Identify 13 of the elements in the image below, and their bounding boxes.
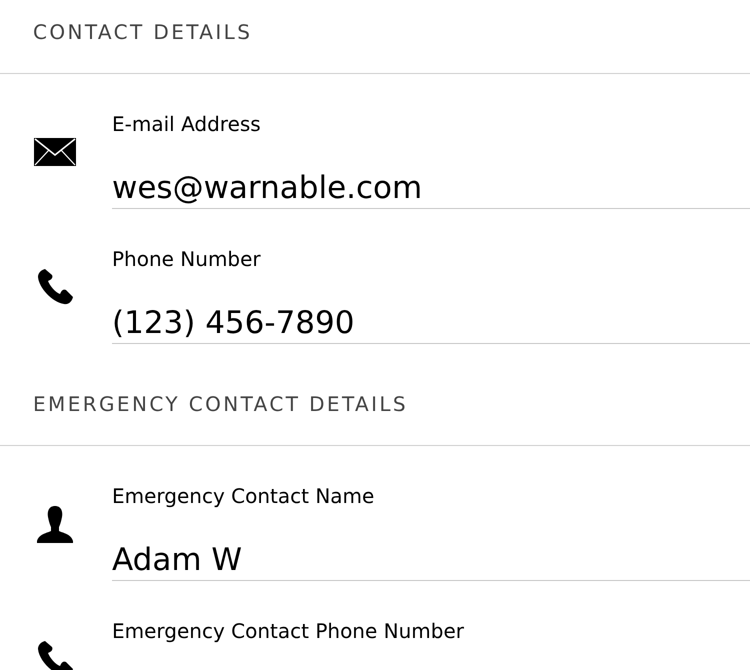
section-title: CONTACT DETAILS — [33, 20, 252, 44]
input-field[interactable]: Adam W — [112, 540, 750, 581]
field-label: E-mail Address — [112, 111, 261, 138]
input-field[interactable]: wes@warnable.com — [112, 168, 750, 209]
field-label: Emergency Contact Phone Number — [112, 618, 464, 645]
section-title: EMERGENCY CONTACT DETAILS — [33, 392, 408, 416]
input-field[interactable]: (123) 456-7890 — [112, 303, 750, 344]
phone-icon — [36, 640, 74, 670]
field-label: Emergency Contact Name — [112, 483, 374, 510]
field-label: Phone Number — [112, 246, 261, 273]
phone-icon — [36, 268, 74, 306]
mail-icon — [34, 138, 76, 166]
person-icon — [37, 506, 73, 542]
